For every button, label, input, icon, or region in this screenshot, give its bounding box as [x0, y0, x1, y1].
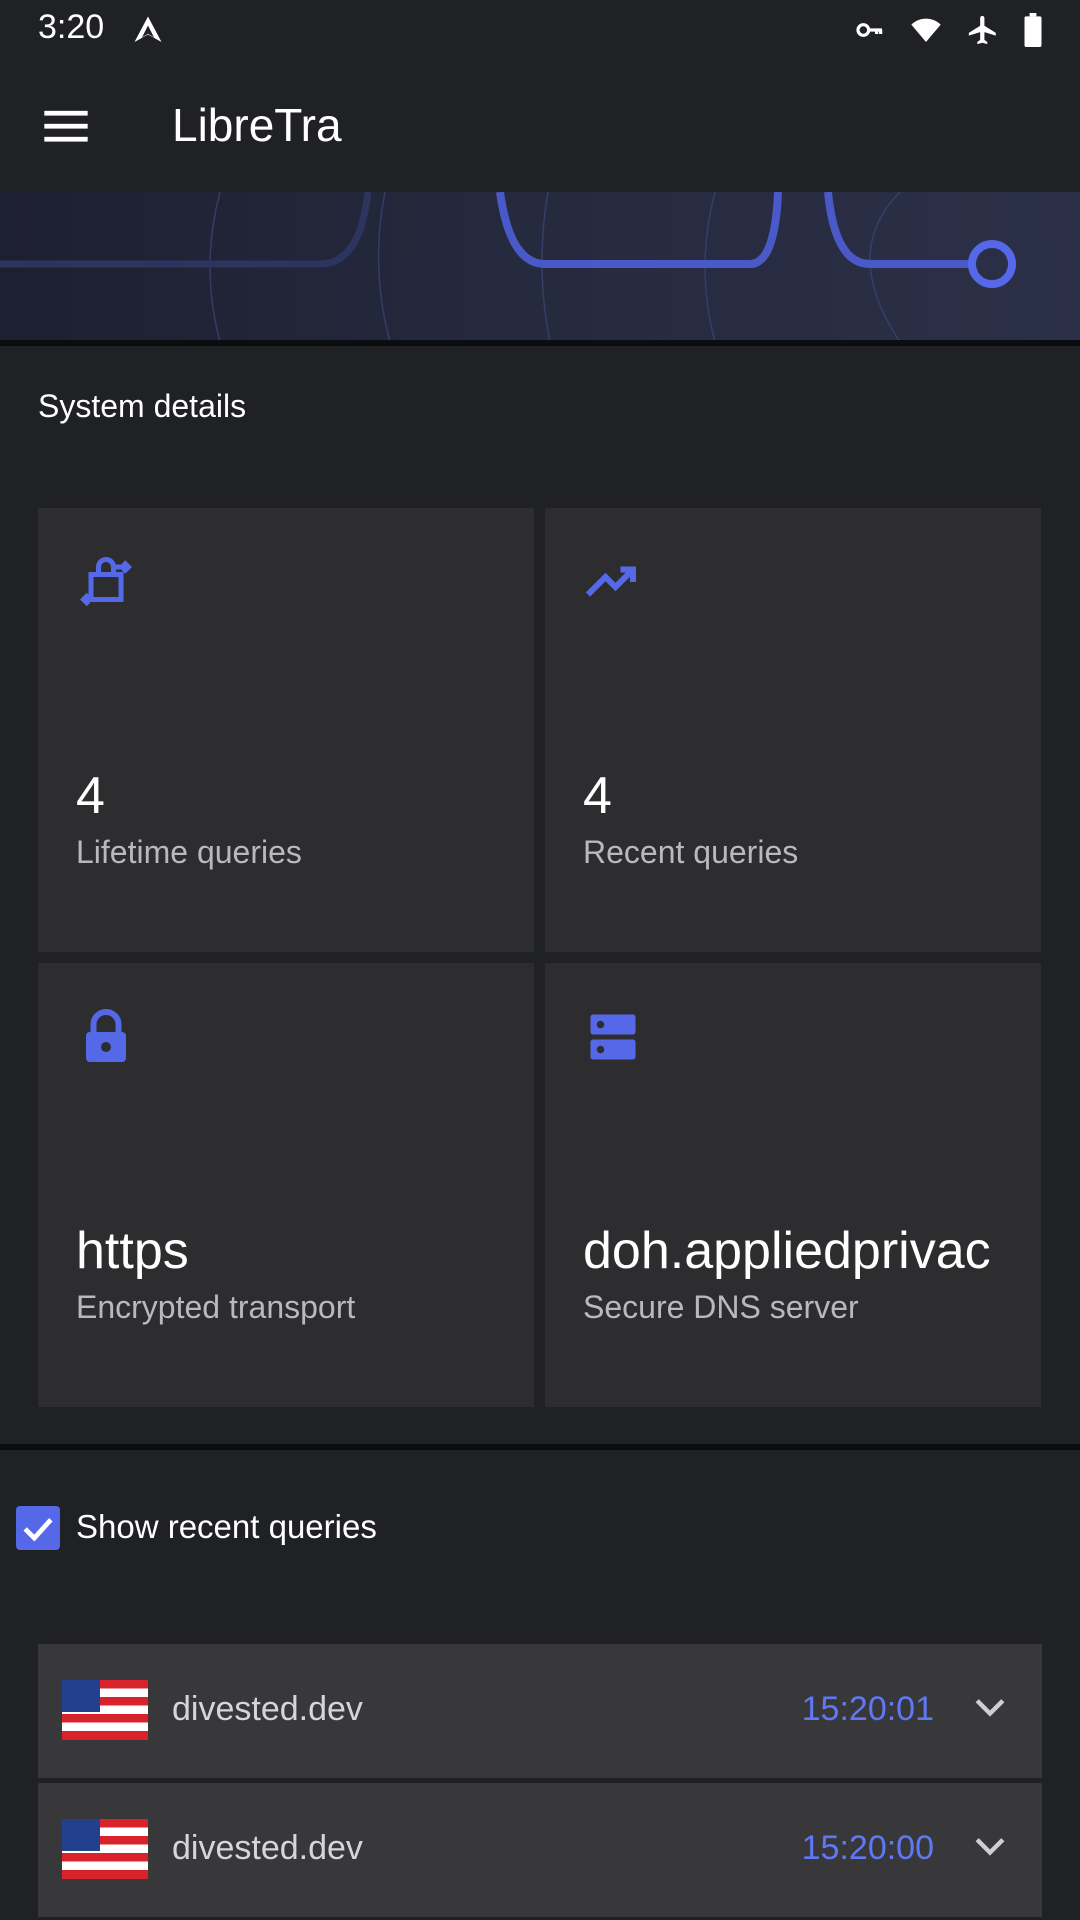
navigation-arrow-icon — [134, 16, 162, 42]
status-icons — [854, 10, 1044, 50]
vpn-key-icon — [856, 23, 883, 37]
section-title-system-details: System details — [38, 388, 247, 424]
show-recent-queries-checkbox[interactable] — [16, 1506, 60, 1550]
recent-queries-value: 4 — [583, 767, 612, 825]
dns-server-value: doh.appliedprivac — [583, 1222, 991, 1280]
trending-up-icon — [585, 566, 636, 597]
card-recent-queries: 4 Recent queries — [545, 508, 1041, 952]
app-title: LibreTra — [172, 99, 342, 151]
lock-transfer-icon — [79, 557, 133, 607]
app-bar: LibreTra — [0, 58, 1080, 192]
query-domain: divested.dev — [172, 1829, 363, 1867]
status-bar: 3:20 — [0, 0, 1080, 58]
query-time: 15:20:01 — [801, 1690, 934, 1728]
query-list-item[interactable]: divested.dev 15:20:00 — [38, 1783, 1042, 1917]
us-flag-icon — [62, 1819, 148, 1879]
divider — [0, 340, 1080, 346]
airplane-mode-icon — [968, 15, 996, 45]
transport-label: Encrypted transport — [76, 1289, 356, 1325]
query-domain: divested.dev — [172, 1690, 363, 1728]
query-list-item[interactable]: divested.dev 15:20:01 — [38, 1644, 1042, 1778]
dns-server-icon — [590, 1014, 636, 1060]
show-recent-queries-label[interactable]: Show recent queries — [76, 1508, 377, 1546]
lifetime-queries-value: 4 — [76, 767, 105, 825]
card-secure-dns-server: doh.appliedprivac Secure DNS server — [545, 963, 1041, 1407]
card-encrypted-transport: https Encrypted transport — [38, 963, 534, 1407]
divider — [0, 1444, 1080, 1450]
wifi-icon — [911, 18, 941, 42]
transport-value: https — [76, 1222, 189, 1280]
menu-icon[interactable] — [40, 100, 92, 152]
chevron-down-icon[interactable] — [968, 1686, 1012, 1730]
status-time: 3:20 — [38, 8, 105, 46]
lock-icon — [86, 1009, 126, 1062]
network-line-illustration — [0, 192, 1016, 342]
lifetime-queries-label: Lifetime queries — [76, 834, 302, 870]
recent-queries-label: Recent queries — [583, 834, 799, 870]
us-flag-icon — [62, 1680, 148, 1740]
card-lifetime-queries: 4 Lifetime queries — [38, 508, 534, 952]
battery-icon — [1024, 13, 1042, 47]
query-time: 15:20:00 — [801, 1829, 934, 1867]
dns-server-label: Secure DNS server — [583, 1289, 859, 1325]
check-icon — [23, 1518, 53, 1542]
hero-banner — [0, 192, 1080, 342]
chevron-down-icon[interactable] — [968, 1825, 1012, 1869]
